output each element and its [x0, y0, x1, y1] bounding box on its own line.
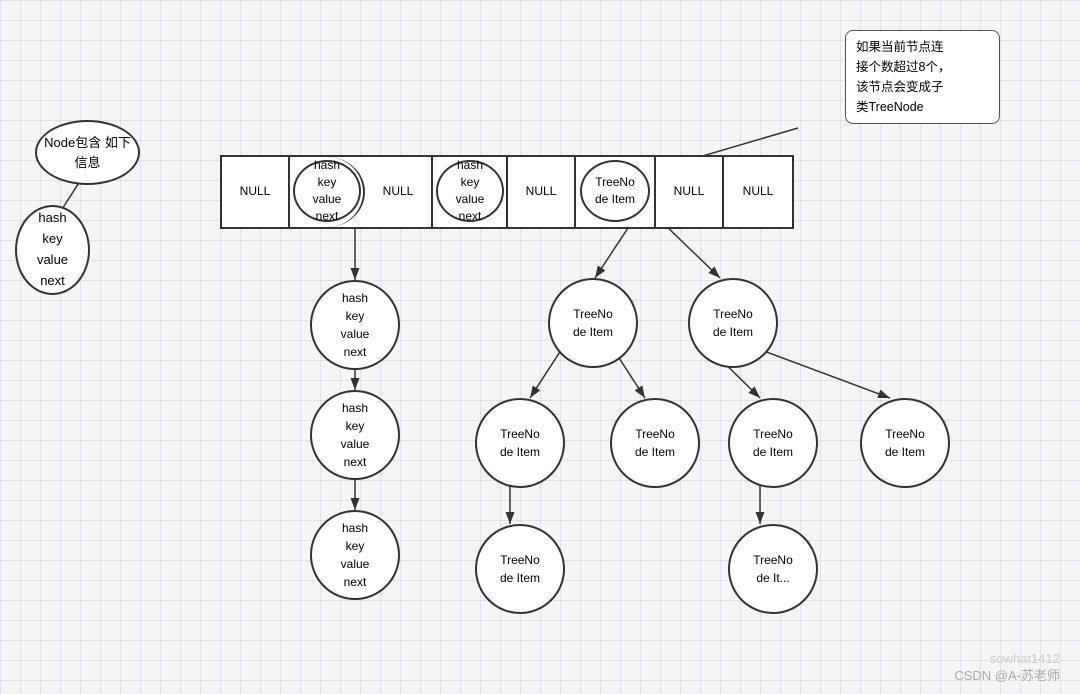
- array-cell-6: NULL: [656, 157, 724, 227]
- tooltip-text: 如果当前节点连接个数超过8个，该节点会变成子类TreeNode: [856, 40, 950, 114]
- tooltip-box: 如果当前节点连接个数超过8个，该节点会变成子类TreeNode: [845, 30, 1000, 124]
- node-info-bubble: Node包含 如下信息: [35, 120, 140, 185]
- array-cell-4: NULL: [508, 157, 576, 227]
- array-container: NULL hashkeyvaluenext NULL hashkeyvaluen…: [220, 155, 794, 229]
- tree-root-left: TreeNode Item: [548, 278, 638, 368]
- array-cell-7: NULL: [724, 157, 792, 227]
- tree-grandchild-left: TreeNode Item: [475, 524, 565, 614]
- diagram-container: Node包含 如下信息 hashkeyvaluenext 如果当前节点连接个数超…: [0, 0, 1080, 694]
- array-cell-1: hashkeyvaluenext: [290, 157, 365, 227]
- tree-left-child-right: TreeNode Item: [610, 398, 700, 488]
- linked-list-node-2: hashkeyvaluenext: [310, 390, 400, 480]
- array-cell-5: TreeNode Item: [576, 157, 656, 227]
- linked-list-node-3: hashkeyvaluenext: [310, 510, 400, 600]
- tree-right-child-right: TreeNode Item: [860, 398, 950, 488]
- watermark-line1: sowhat1412: [990, 651, 1060, 666]
- tree-left-child-left: TreeNode Item: [475, 398, 565, 488]
- tree-right-child-left: TreeNode Item: [728, 398, 818, 488]
- node-fields-bubble: hashkeyvaluenext: [15, 205, 90, 295]
- array-cell-3: hashkeyvaluenext: [433, 157, 508, 227]
- watermark-line2: CSDN @A-苏老师: [954, 665, 1060, 684]
- tree-root-right: TreeNode Item: [688, 278, 778, 368]
- array-cell-0: NULL: [222, 157, 290, 227]
- array-cell-2: NULL: [365, 157, 433, 227]
- tree-grandchild-right: TreeNode It...: [728, 524, 818, 614]
- linked-list-node-1: hashkeyvaluenext: [310, 280, 400, 370]
- node-fields-label: hashkeyvaluenext: [37, 208, 68, 291]
- node-info-label: Node包含 如下信息: [42, 133, 133, 172]
